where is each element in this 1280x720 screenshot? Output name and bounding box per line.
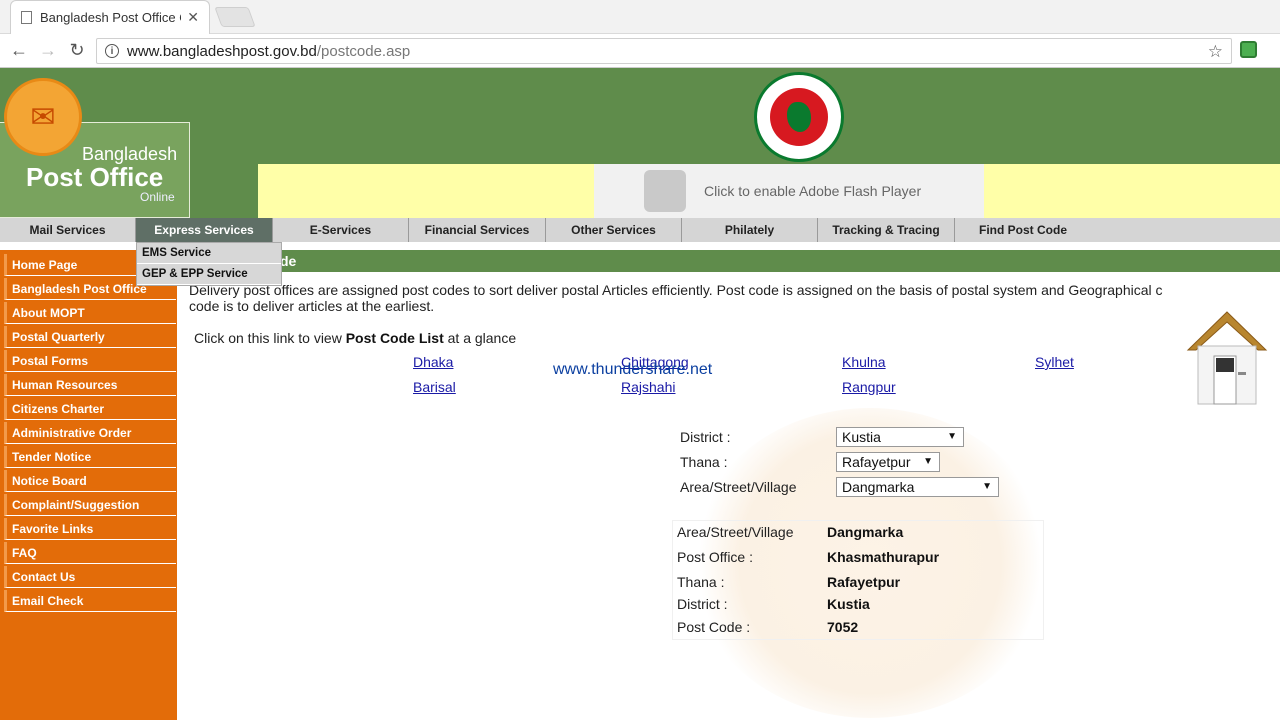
sidebar-item-favorite-links[interactable]: Favorite Links (4, 518, 176, 540)
sidebar-item-complaint-suggestion[interactable]: Complaint/Suggestion (4, 494, 176, 516)
intro-line1: Delivery post offices are assigned post … (189, 282, 1163, 298)
forward-icon[interactable]: → (37, 40, 59, 61)
division-link-rangpur[interactable]: Rangpur (842, 379, 896, 395)
result-thana-label: Thana : (677, 574, 725, 590)
site: ✉ Bangladesh Post Office Online Click to… (0, 68, 1280, 720)
district-select[interactable]: Kustia ▼ (836, 427, 964, 447)
dropdown-arrow-icon: ▼ (982, 481, 992, 492)
extension-icon[interactable] (1240, 41, 1257, 58)
sidebar-item-citizens-charter[interactable]: Citizens Charter (4, 398, 176, 420)
sidebar-item-about-mopt[interactable]: About MOPT (4, 302, 176, 324)
glance-prefix: Click on this link to view (194, 330, 346, 346)
result-area-value: Dangmarka (827, 524, 904, 540)
browser-tab[interactable]: Bangladesh Post Office Online ✕ (10, 0, 210, 34)
address-bar[interactable]: i www.bangladeshpost.gov.bd/postcode.asp… (96, 38, 1232, 64)
division-link-sylhet[interactable]: Sylhet (1035, 354, 1074, 370)
post-office-emblem-icon: ✉ (4, 78, 82, 156)
url-host: www.bangladeshpost.gov.bd (127, 42, 317, 60)
area-select-value: Dangmarka (842, 479, 915, 495)
dropdown-gep-epp-service[interactable]: GEP & EPP Service (137, 264, 281, 285)
section-title-bar: de (177, 250, 1280, 272)
division-link-khulna[interactable]: Khulna (842, 354, 886, 370)
back-icon[interactable]: ← (8, 40, 30, 61)
result-post-code-label: Post Code : (677, 619, 751, 635)
sidebar: Home Page Bangladesh Post Office About M… (0, 250, 177, 720)
glance-suffix: at a glance (443, 330, 517, 346)
brand-line2: Post Office (26, 162, 164, 192)
close-tab-icon[interactable]: ✕ (187, 9, 199, 26)
page-icon (21, 11, 32, 24)
new-tab-button[interactable] (214, 7, 256, 27)
result-post-office-value: Khasmathurapur (827, 549, 940, 565)
result-thana-value: Rafayetpur (827, 574, 901, 590)
menu-financial-services[interactable]: Financial Services (409, 218, 546, 242)
sidebar-item-postal-quarterly[interactable]: Postal Quarterly (4, 326, 176, 348)
site-header: ✉ Bangladesh Post Office Online Click to… (0, 68, 1280, 218)
thana-select-value: Rafayetpur (842, 454, 911, 470)
menu-tracking-tracing[interactable]: Tracking & Tracing (818, 218, 955, 242)
division-link-dhaka[interactable]: Dhaka (413, 354, 453, 370)
sidebar-item-faq[interactable]: FAQ (4, 542, 176, 564)
sidebar-item-postal-forms[interactable]: Postal Forms (4, 350, 176, 372)
intro-text: Delivery post offices are assigned post … (189, 282, 1279, 314)
result-area-label: Area/Street/Village (677, 524, 794, 540)
district-label: District : (680, 429, 731, 445)
menu-other-services[interactable]: Other Services (546, 218, 682, 242)
home-icon[interactable] (1186, 308, 1268, 408)
url-path: /postcode.asp (316, 42, 411, 60)
express-services-dropdown: EMS Service GEP & EPP Service (136, 242, 282, 286)
sidebar-item-human-resources[interactable]: Human Resources (4, 374, 176, 396)
dropdown-arrow-icon: ▼ (947, 431, 957, 442)
menu-find-post-code[interactable]: Find Post Code (955, 218, 1091, 242)
flash-prompt: Click to enable Adobe Flash Player (704, 183, 922, 199)
bookmark-star-icon[interactable]: ☆ (1208, 42, 1223, 62)
browser-toolbar: ← → ↻ i www.bangladeshpost.gov.bd/postco… (0, 34, 1280, 68)
result-post-code-value: 7052 (827, 619, 859, 635)
glance-bold: Post Code List (345, 330, 444, 346)
sidebar-item-contact-us[interactable]: Contact Us (4, 566, 176, 588)
tab-title: Bangladesh Post Office Online (40, 10, 181, 25)
intro-line2: code is to deliver articles at the earli… (189, 298, 435, 314)
browser-tab-strip: Bangladesh Post Office Online ✕ (0, 0, 1280, 34)
area-select[interactable]: Dangmarka ▼ (836, 477, 999, 497)
sidebar-item-tender-notice[interactable]: Tender Notice (4, 446, 176, 468)
government-seal-icon (754, 72, 844, 162)
main-menu: Mail Services Express Services E-Service… (0, 218, 1280, 242)
area-label: Area/Street/Village (680, 479, 797, 495)
menu-e-services[interactable]: E-Services (273, 218, 409, 242)
thana-select[interactable]: Rafayetpur ▼ (836, 452, 940, 472)
watermark-text: www.thundershare.net (553, 361, 713, 378)
sidebar-item-notice-board[interactable]: Notice Board (4, 470, 176, 492)
section-title: de (280, 253, 297, 269)
menu-mail-services[interactable]: Mail Services (0, 218, 136, 242)
info-icon[interactable]: i (105, 44, 119, 58)
reload-icon[interactable]: ↻ (66, 40, 88, 61)
sidebar-item-administrative-order[interactable]: Administrative Order (4, 422, 176, 444)
result-district-value: Kustia (827, 596, 870, 612)
menu-express-services[interactable]: Express Services (136, 218, 273, 242)
district-select-value: Kustia (842, 429, 881, 445)
plugin-puzzle-icon (644, 170, 686, 212)
flash-placeholder[interactable]: Click to enable Adobe Flash Player (594, 164, 984, 218)
dropdown-ems-service[interactable]: EMS Service (137, 243, 281, 264)
result-post-office-label: Post Office : (677, 549, 753, 565)
menu-philately[interactable]: Philately (682, 218, 818, 242)
thana-label: Thana : (680, 454, 728, 470)
sidebar-item-email-check[interactable]: Email Check (4, 590, 176, 612)
result-district-label: District : (677, 596, 728, 612)
division-link-rajshahi[interactable]: Rajshahi (621, 379, 675, 395)
dropdown-arrow-icon: ▼ (923, 456, 933, 467)
post-code-list-prompt: Click on this link to view Post Code Lis… (194, 330, 516, 346)
brand-line3: Online (140, 190, 175, 204)
division-link-barisal[interactable]: Barisal (413, 379, 456, 395)
